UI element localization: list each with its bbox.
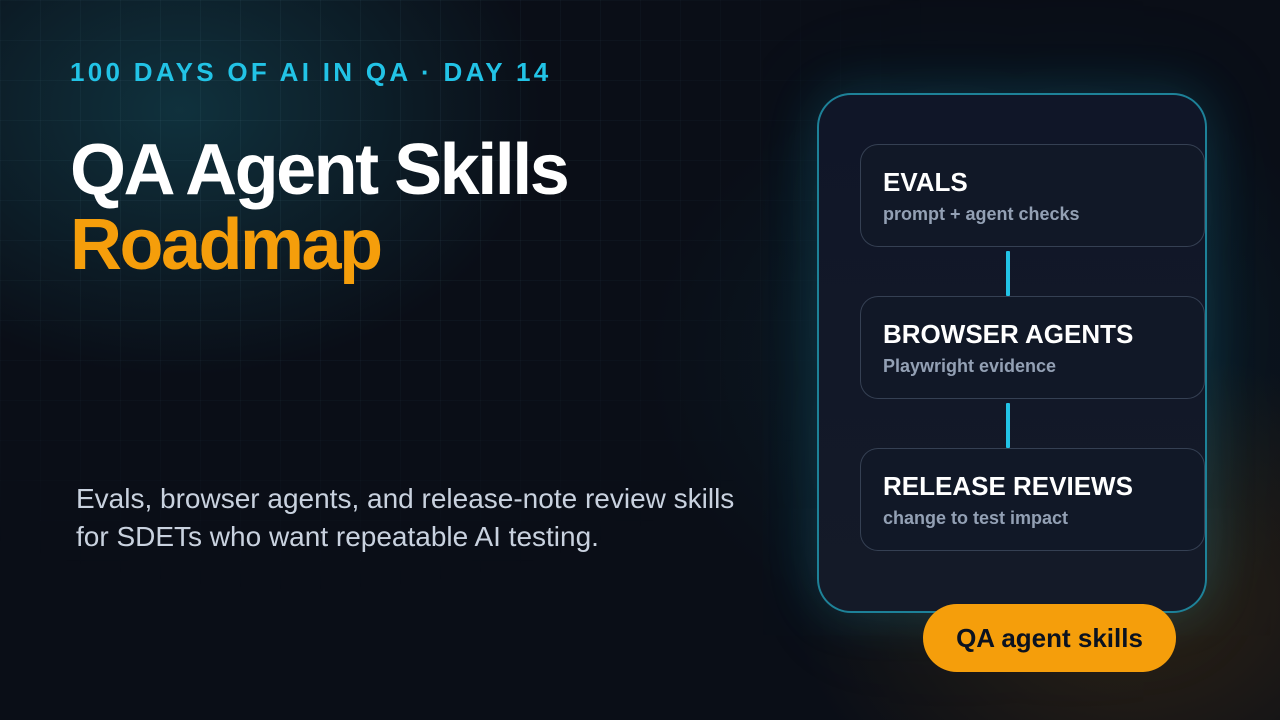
- roadmap-step-evals: EVALS prompt + agent checks: [860, 144, 1205, 247]
- step-connector: [1006, 403, 1010, 448]
- step-subtitle: Playwright evidence: [883, 356, 1057, 376]
- step-connector: [1006, 251, 1010, 296]
- step-subtitle: prompt + agent checks: [883, 204, 1080, 224]
- qa-agent-skills-badge: QA agent skills: [923, 604, 1176, 672]
- description-text: Evals, browser agents, and release-note …: [76, 483, 735, 552]
- slide: 100 DAYS OF AI IN QA · DAY 14 QA Agent S…: [0, 0, 1280, 720]
- step-title: BROWSER AGENTS: [883, 319, 1134, 349]
- step-title: EVALS: [883, 167, 968, 197]
- page-title: QA Agent Skills: [70, 130, 570, 210]
- page-title-highlight: Roadmap: [70, 205, 383, 285]
- step-subtitle: change to test impact: [883, 508, 1069, 528]
- roadmap-step-browser-agents: BROWSER AGENTS Playwright evidence: [860, 296, 1205, 399]
- series-label: 100 DAYS OF AI IN QA · DAY 14: [70, 57, 552, 87]
- roadmap-step-release-reviews: RELEASE REVIEWS change to test impact: [860, 448, 1205, 551]
- step-title: RELEASE REVIEWS: [883, 471, 1133, 501]
